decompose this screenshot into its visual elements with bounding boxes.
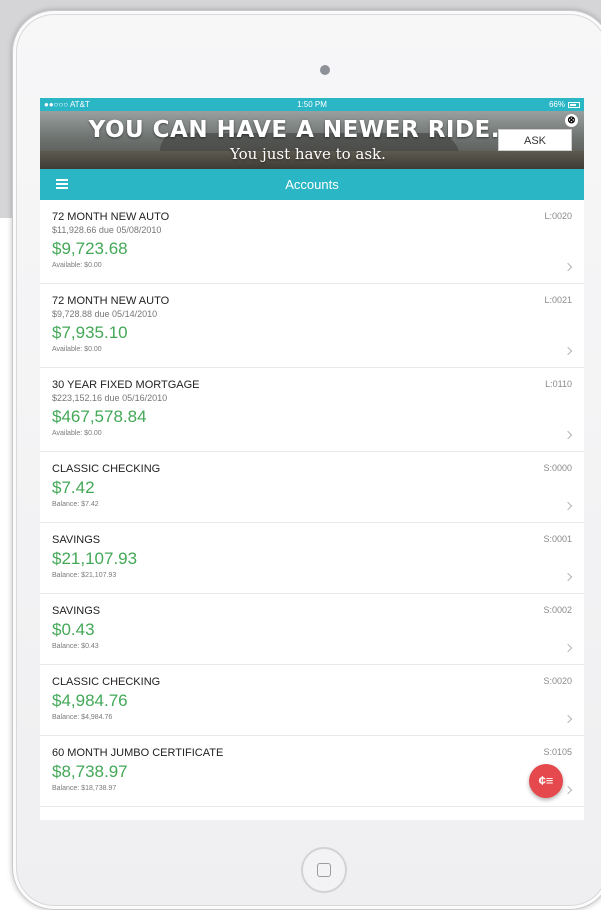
page-title: Accounts: [285, 177, 339, 192]
close-icon[interactable]: ⊗: [565, 114, 578, 127]
banner-subline: You just have to ask.: [230, 145, 386, 163]
account-name: 72 MONTH NEW AUTO: [52, 295, 170, 307]
account-name: 30 YEAR FIXED MORTGAGE: [52, 379, 200, 391]
status-bar: ●●○○○ AT&T 1:50 PM 66%: [40, 98, 584, 111]
account-name: SAVINGS: [52, 534, 101, 546]
chevron-right-icon: [563, 714, 573, 724]
account-balance: Balance: $0.43: [52, 643, 99, 650]
accounts-list: 72 MONTH NEW AUTO $11,928.66 due 05/08/2…: [40, 200, 584, 807]
battery-indicator: 66%: [549, 100, 580, 109]
account-name: SAVINGS: [52, 605, 101, 617]
camera-dot: [320, 65, 330, 75]
account-row[interactable]: 60 MONTH JUMBO CERTIFICATE $8,738.97 Bal…: [40, 736, 584, 807]
account-amount: $9,723.68: [52, 239, 128, 258]
chevron-right-icon: [563, 643, 573, 653]
account-row[interactable]: CLASSIC CHECKING $7.42 Balance: $7.42 S:…: [40, 452, 584, 523]
account-balance: Balance: $21,107.93: [52, 572, 117, 579]
account-amount: $7.42: [52, 478, 95, 497]
account-code: S:0002: [543, 605, 572, 615]
chevron-right-icon: [563, 572, 573, 582]
chevron-right-icon: [563, 262, 573, 272]
account-balance: Balance: $7.42: [52, 501, 99, 508]
home-square-icon: [317, 863, 331, 877]
account-row[interactable]: SAVINGS $21,107.93 Balance: $21,107.93 S…: [40, 523, 584, 594]
account-amount: $7,935.10: [52, 323, 128, 342]
coins-icon[interactable]: ¢≡: [529, 764, 563, 798]
nav-bar: Accounts: [40, 169, 584, 200]
account-available: Available: $0.00: [52, 262, 102, 269]
promo-banner[interactable]: YOU CAN HAVE A NEWER RIDE. You just have…: [40, 111, 584, 169]
battery-percent: 66%: [548, 100, 565, 109]
battery-icon: [568, 101, 580, 108]
account-available: Available: $0.00: [52, 346, 102, 353]
account-code: S:0020: [543, 676, 572, 686]
account-code: S:0000: [543, 463, 572, 473]
account-name: CLASSIC CHECKING: [52, 463, 161, 475]
account-code: L:0020: [544, 211, 572, 221]
status-time: 1:50 PM: [297, 100, 327, 109]
home-button[interactable]: [301, 847, 347, 893]
account-code: S:0001: [543, 534, 572, 544]
chevron-right-icon: [563, 430, 573, 440]
account-balance: Balance: $4,984.76: [52, 714, 113, 721]
account-name: CLASSIC CHECKING: [52, 676, 161, 688]
chevron-right-icon: [563, 346, 573, 356]
account-row[interactable]: 72 MONTH NEW AUTO $9,728.88 due 05/14/20…: [40, 284, 584, 368]
account-due: $11,928.66 due 05/08/2010: [52, 225, 162, 235]
account-code: S:0105: [543, 747, 572, 757]
account-amount: $21,107.93: [52, 549, 138, 568]
account-due: $223,152.16 due 05/16/2010: [52, 393, 168, 403]
account-row[interactable]: 30 YEAR FIXED MORTGAGE $223,152.16 due 0…: [40, 368, 584, 452]
account-row[interactable]: 72 MONTH NEW AUTO $11,928.66 due 05/08/2…: [40, 200, 584, 284]
chevron-right-icon: [563, 501, 573, 511]
app-screen: ●●○○○ AT&T 1:50 PM 66% YOU CAN HAVE A NE…: [40, 98, 584, 820]
banner-headline: YOU CAN HAVE A NEWER RIDE.: [88, 117, 500, 143]
account-code: L:0110: [545, 379, 572, 389]
account-row[interactable]: SAVINGS $0.43 Balance: $0.43 S:0002: [40, 594, 584, 665]
account-name: 72 MONTH NEW AUTO: [52, 211, 170, 223]
account-amount: $8,738.97: [52, 762, 128, 781]
account-code: L:0021: [544, 295, 572, 305]
account-amount: $0.43: [52, 620, 95, 639]
account-name: 60 MONTH JUMBO CERTIFICATE: [52, 747, 224, 759]
account-available: Available: $0.00: [52, 430, 102, 437]
account-row[interactable]: CLASSIC CHECKING $4,984.76 Balance: $4,9…: [40, 665, 584, 736]
ask-button[interactable]: ASK: [498, 129, 572, 151]
account-balance: Balance: $18,738.97: [52, 785, 117, 792]
account-due: $9,728.88 due 05/14/2010: [52, 309, 158, 319]
account-amount: $4,984.76: [52, 691, 128, 710]
account-amount: $467,578.84: [52, 407, 147, 426]
chevron-right-icon: [563, 785, 573, 795]
